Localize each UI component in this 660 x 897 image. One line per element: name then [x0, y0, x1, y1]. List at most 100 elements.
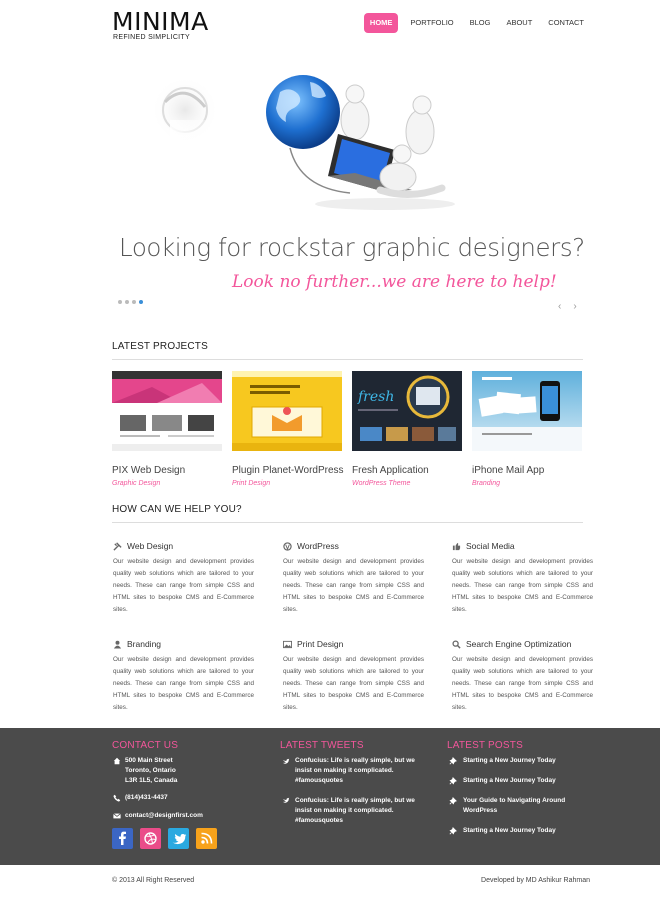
- project-thumbnail[interactable]: fresh: [352, 371, 462, 451]
- site-header: MINIMA REFINED SIMPLICITY HOME PORTFOLIO…: [112, 8, 584, 48]
- project-category[interactable]: WordPress Theme: [352, 480, 462, 487]
- tweet-hashtag[interactable]: #famousquotes: [295, 776, 415, 786]
- mail-icon: [113, 813, 121, 819]
- post-link[interactable]: Starting a New Journey Today: [463, 776, 556, 786]
- address-line: 500 Main Street: [125, 757, 173, 764]
- project-title[interactable]: Fresh Application: [352, 465, 462, 476]
- service-title: Search Engine Optimization: [466, 639, 572, 649]
- service-seo: Search Engine Optimization Our website d…: [452, 638, 593, 714]
- nav-blog[interactable]: BLOG: [462, 13, 499, 33]
- tweet-line: insist on making it complicated.: [295, 767, 394, 774]
- tweet-line: Confucius: Life is really simple, but we: [295, 757, 415, 764]
- site-tagline: REFINED SIMPLICITY: [113, 34, 190, 41]
- image-icon: [283, 640, 292, 648]
- twitter-icon[interactable]: [168, 828, 189, 849]
- project-category[interactable]: Branding: [472, 480, 582, 487]
- hero-headline: Looking for rockstar graphic designers?: [119, 233, 585, 262]
- nav-home[interactable]: HOME: [363, 13, 399, 33]
- service-social-media: Social Media Our website design and deve…: [452, 540, 593, 616]
- service-description: Our website design and development provi…: [113, 558, 254, 613]
- contact-title: CONTACT US: [112, 740, 179, 751]
- latest-projects-title: LATEST PROJECTS: [112, 341, 583, 360]
- svg-text:fresh: fresh: [357, 389, 394, 405]
- project-title[interactable]: Plugin Planet-WordPress: [232, 465, 344, 476]
- project-card[interactable]: fresh Fresh Application WordPress Theme: [352, 371, 462, 487]
- contact-email[interactable]: contact@designfirst.com: [125, 811, 203, 821]
- facebook-icon[interactable]: [112, 828, 133, 849]
- hero-illustration: [151, 75, 455, 210]
- home-icon: [113, 757, 121, 765]
- service-title: Social Media: [466, 541, 515, 551]
- tools-icon: [113, 541, 122, 551]
- tweet-item[interactable]: Confucius: Life is really simple, but we…: [295, 796, 415, 826]
- twitter-bird-icon: [282, 797, 290, 803]
- slider-prev-icon[interactable]: ‹: [558, 301, 561, 312]
- service-web-design: Web Design Our website design and develo…: [113, 540, 254, 616]
- tweet-hashtag[interactable]: #famousquotes: [295, 816, 415, 826]
- post-link[interactable]: Your Guide to Navigating Around WordPres…: [463, 796, 565, 816]
- post-link[interactable]: Starting a New Journey Today: [463, 756, 556, 766]
- project-card[interactable]: PIX Web Design Graphic Design: [112, 371, 222, 487]
- slider-dot[interactable]: [125, 300, 129, 304]
- service-description: Our website design and development provi…: [452, 656, 593, 711]
- slider-dot-active[interactable]: [139, 300, 143, 304]
- project-category[interactable]: Graphic Design: [112, 480, 222, 487]
- twitter-bird-icon: [282, 758, 290, 764]
- project-title[interactable]: iPhone Mail App: [472, 465, 582, 476]
- project-thumbnail[interactable]: [232, 371, 342, 451]
- service-title: WordPress: [297, 541, 339, 551]
- pushpin-icon: [449, 757, 457, 765]
- contact-address: 500 Main Street Toronto, Ontario L3R 1L5…: [125, 756, 177, 786]
- address-line: L3R 1L5, Canada: [125, 777, 178, 784]
- wordpress-icon: [283, 541, 292, 551]
- post-line: Your Guide to Navigating Around: [463, 797, 566, 804]
- service-title: Web Design: [127, 541, 174, 551]
- service-description: Our website design and development provi…: [283, 656, 424, 711]
- project-card[interactable]: iPhone Mail App Branding: [472, 371, 582, 487]
- rss-icon[interactable]: [196, 828, 217, 849]
- contact-phone: (814)431-4437: [125, 794, 168, 801]
- services-title: HOW CAN WE HELP YOU?: [112, 504, 583, 523]
- slider-dot[interactable]: [132, 300, 136, 304]
- slider-arrows: ‹ ›: [558, 301, 577, 312]
- project-category[interactable]: Print Design: [232, 480, 342, 487]
- site-logo[interactable]: MINIMA: [112, 8, 209, 36]
- slider-dot[interactable]: [118, 300, 122, 304]
- user-icon: [113, 640, 122, 649]
- address-line: Toronto, Ontario: [125, 767, 176, 774]
- developer-credit: Developed by MD Ashikur Rahman: [481, 877, 590, 884]
- service-branding: Branding Our website design and developm…: [113, 638, 254, 714]
- service-description: Our website design and development provi…: [283, 558, 424, 613]
- posts-title: LATEST POSTS: [447, 740, 523, 751]
- post-line: WordPress: [463, 807, 498, 814]
- slider-dots: [118, 300, 143, 304]
- nav-portfolio[interactable]: PORTFOLIO: [402, 13, 461, 33]
- project-thumbnail[interactable]: [112, 371, 222, 451]
- project-thumbnail[interactable]: [472, 371, 582, 451]
- service-description: Our website design and development provi…: [113, 656, 254, 711]
- project-title[interactable]: PIX Web Design: [112, 465, 222, 476]
- pushpin-icon: [449, 827, 457, 835]
- tweet-item[interactable]: Confucius: Life is really simple, but we…: [295, 756, 415, 786]
- project-card[interactable]: Plugin Planet-WordPress Print Design: [232, 371, 344, 487]
- tweets-title: LATEST TWEETS: [280, 740, 364, 751]
- pushpin-icon: [449, 797, 457, 805]
- nav-about[interactable]: ABOUT: [498, 13, 540, 33]
- phone-icon: [113, 794, 121, 802]
- service-description: Our website design and development provi…: [452, 558, 593, 613]
- search-icon: [452, 639, 461, 649]
- bottom-bar: © 2013 All Right Reserved Developed by M…: [0, 865, 660, 897]
- hero-subline: Look no further...we are here to help!: [232, 272, 557, 292]
- service-wordpress: WordPress Our website design and develop…: [283, 540, 424, 616]
- post-link[interactable]: Starting a New Journey Today: [463, 826, 556, 836]
- slider-next-icon[interactable]: ›: [573, 301, 576, 312]
- service-title: Print Design: [297, 639, 344, 649]
- nav-contact[interactable]: CONTACT: [540, 13, 584, 33]
- projects-list: PIX Web Design Graphic Design Plugin Pla…: [112, 371, 582, 487]
- copyright-text: © 2013 All Right Reserved: [112, 877, 195, 884]
- thumbs-up-icon: [452, 542, 461, 550]
- service-print-design: Print Design Our website design and deve…: [283, 638, 424, 714]
- main-nav: HOME PORTFOLIO BLOG ABOUT CONTACT: [363, 13, 584, 33]
- dribbble-icon[interactable]: [140, 828, 161, 849]
- tweet-line: Confucius: Life is really simple, but we: [295, 797, 415, 804]
